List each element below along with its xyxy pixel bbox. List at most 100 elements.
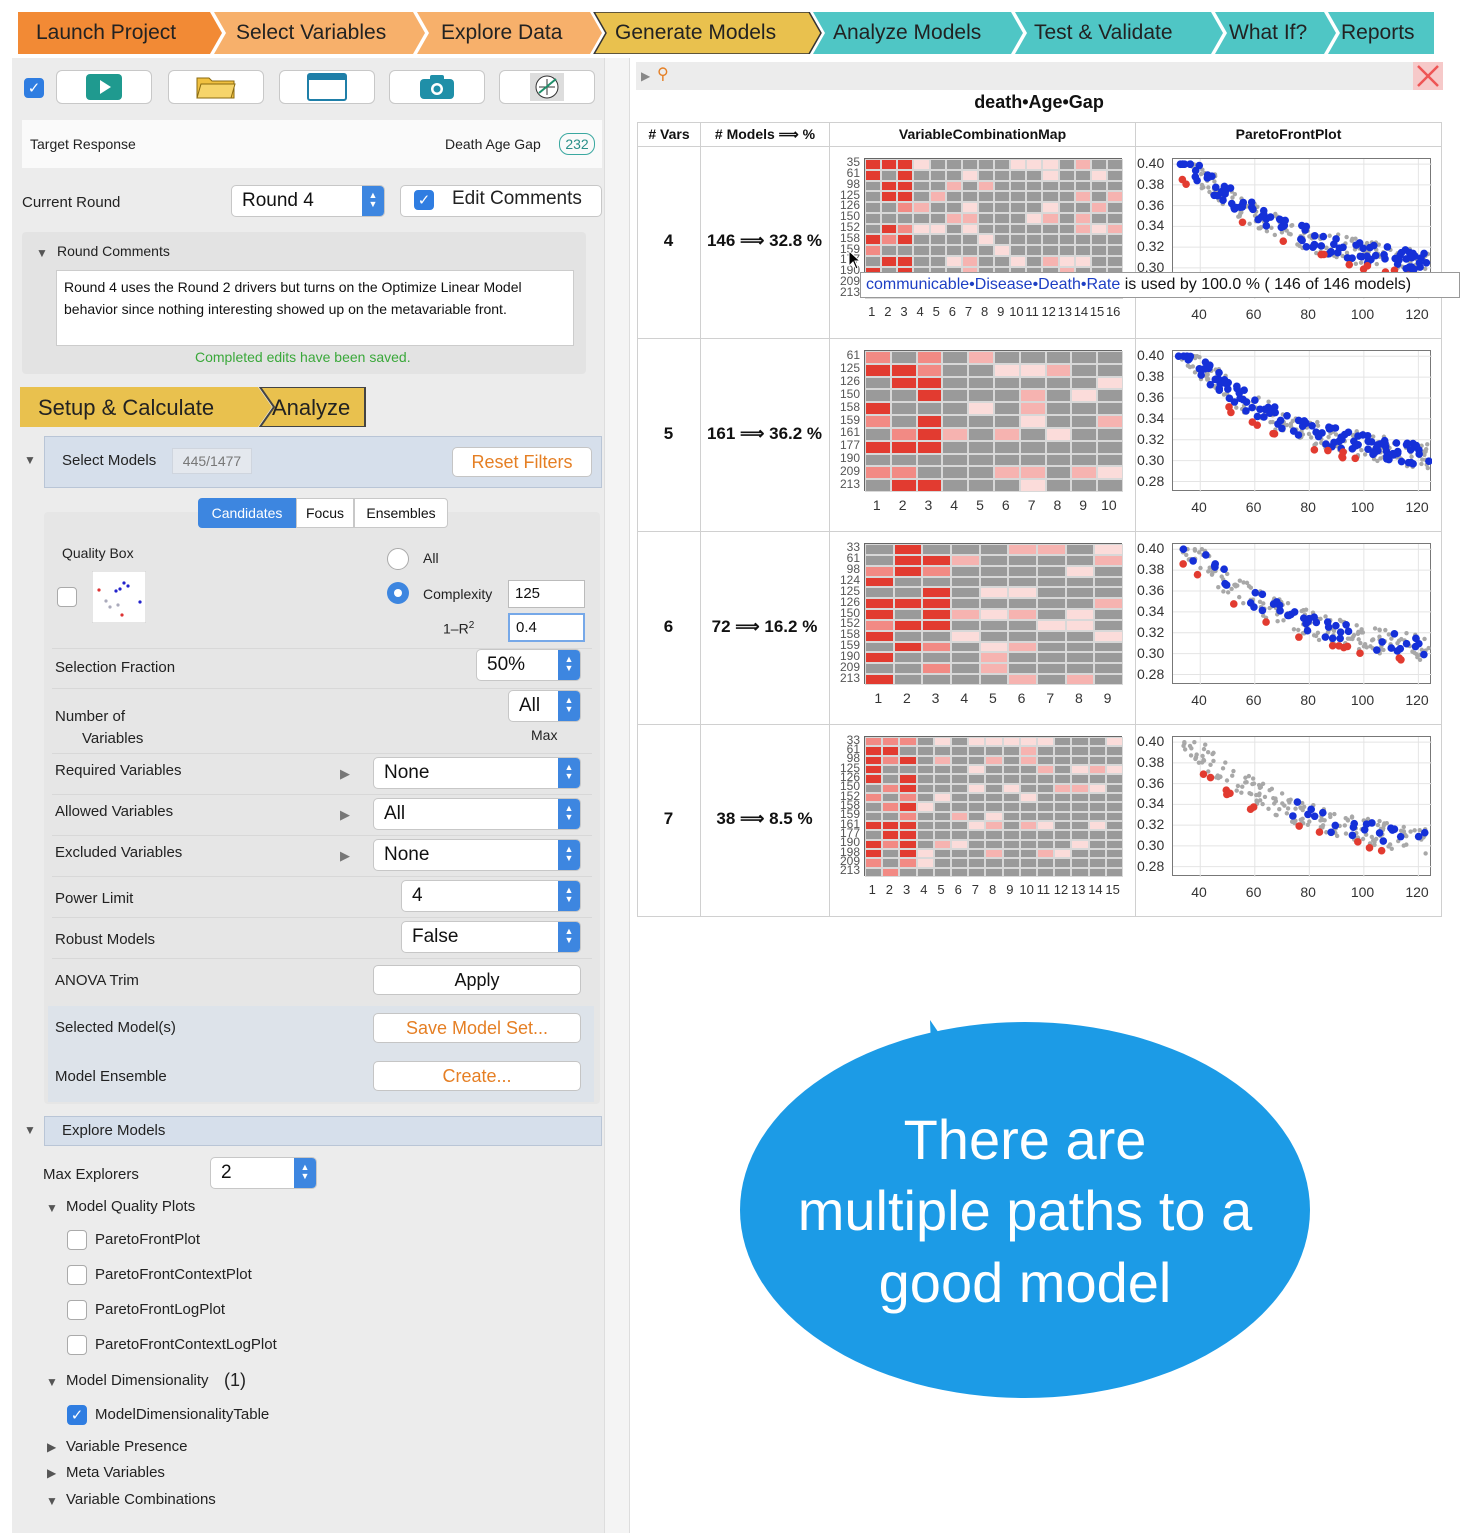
map-cell[interactable] bbox=[951, 858, 969, 868]
map-cell[interactable] bbox=[1088, 821, 1106, 831]
select-models-toggle-icon[interactable]: ▼ bbox=[24, 453, 36, 467]
pareto-front-plot[interactable] bbox=[1172, 543, 1432, 685]
map-cell[interactable] bbox=[1037, 858, 1055, 868]
map-cell[interactable] bbox=[1010, 255, 1027, 267]
map-cell[interactable] bbox=[1065, 554, 1095, 566]
map-cell[interactable] bbox=[968, 783, 986, 793]
map-cell[interactable] bbox=[1106, 202, 1123, 213]
map-cell[interactable] bbox=[994, 351, 1020, 364]
map-cell[interactable] bbox=[994, 255, 1011, 267]
map-cell[interactable] bbox=[1019, 839, 1037, 849]
map-cell[interactable] bbox=[961, 234, 978, 246]
map-cell[interactable] bbox=[1045, 376, 1072, 390]
map-cell[interactable] bbox=[865, 630, 894, 642]
map-cell[interactable] bbox=[1010, 202, 1027, 213]
map-cell[interactable] bbox=[968, 466, 994, 480]
map-cell[interactable] bbox=[865, 544, 894, 555]
map-cell[interactable] bbox=[865, 783, 883, 793]
map-cell[interactable] bbox=[1054, 746, 1072, 756]
map-cell[interactable] bbox=[865, 830, 883, 840]
map-cell[interactable] bbox=[1094, 576, 1123, 588]
map-cell[interactable] bbox=[1008, 609, 1037, 620]
map-cell[interactable] bbox=[916, 363, 943, 377]
map-cell[interactable] bbox=[916, 783, 934, 793]
map-cell[interactable] bbox=[1074, 202, 1091, 213]
map-cell[interactable] bbox=[979, 652, 1009, 664]
map-cell[interactable] bbox=[1026, 180, 1043, 192]
map-cell[interactable] bbox=[899, 793, 917, 803]
map-cell[interactable] bbox=[1019, 389, 1046, 403]
pareto-front-plot-checkbox[interactable] bbox=[67, 1230, 87, 1250]
map-cell[interactable] bbox=[1042, 202, 1059, 213]
map-cell[interactable] bbox=[1065, 609, 1095, 620]
snapshot-button[interactable] bbox=[389, 70, 485, 104]
map-cell[interactable] bbox=[1008, 554, 1037, 566]
map-cell[interactable] bbox=[1010, 169, 1027, 181]
power-limit-select[interactable]: 4 ▲ ▼ bbox=[401, 880, 581, 912]
map-cell[interactable] bbox=[961, 212, 978, 224]
map-cell[interactable] bbox=[968, 830, 986, 840]
map-cell[interactable] bbox=[1019, 774, 1037, 784]
map-cell[interactable] bbox=[961, 180, 978, 192]
map-cell[interactable] bbox=[979, 544, 1009, 555]
map-cell[interactable] bbox=[979, 565, 1009, 577]
map-cell[interactable] bbox=[1094, 663, 1123, 675]
map-cell[interactable] bbox=[922, 630, 951, 642]
map-cell[interactable] bbox=[1097, 351, 1123, 364]
map-cell[interactable] bbox=[1002, 746, 1020, 756]
map-cell[interactable] bbox=[1094, 630, 1123, 642]
map-cell[interactable] bbox=[1010, 234, 1027, 246]
map-cell[interactable] bbox=[1008, 598, 1037, 610]
map-cell[interactable] bbox=[968, 737, 986, 747]
map-cell[interactable] bbox=[1074, 255, 1091, 267]
map-cell[interactable] bbox=[1037, 663, 1066, 675]
map-cell[interactable] bbox=[968, 755, 986, 765]
map-cell[interactable] bbox=[882, 755, 900, 765]
map-cell[interactable] bbox=[979, 619, 1009, 631]
lightbulb-icon[interactable]: ⚲ bbox=[657, 64, 669, 84]
map-cell[interactable] bbox=[865, 191, 882, 203]
pareto-front-context-plot-checkbox[interactable] bbox=[67, 1265, 87, 1285]
map-cell[interactable] bbox=[865, 565, 894, 577]
collapse-triangle-icon[interactable]: ▼ bbox=[46, 1201, 58, 1215]
map-cell[interactable] bbox=[922, 674, 951, 685]
map-cell[interactable] bbox=[882, 858, 900, 868]
map-cell[interactable] bbox=[916, 821, 934, 831]
map-cell[interactable] bbox=[890, 440, 917, 454]
map-cell[interactable] bbox=[1105, 858, 1123, 868]
map-cell[interactable] bbox=[1071, 479, 1098, 492]
map-cell[interactable] bbox=[1094, 565, 1123, 577]
map-cell[interactable] bbox=[890, 363, 917, 377]
map-cell[interactable] bbox=[1008, 663, 1037, 675]
map-cell[interactable] bbox=[1094, 619, 1123, 631]
map-cell[interactable] bbox=[890, 479, 917, 492]
map-cell[interactable] bbox=[1037, 554, 1066, 566]
map-cell[interactable] bbox=[961, 255, 978, 267]
map-cell[interactable] bbox=[922, 544, 951, 555]
map-cell[interactable] bbox=[899, 839, 917, 849]
map-cell[interactable] bbox=[1026, 223, 1043, 235]
map-cell[interactable] bbox=[994, 191, 1011, 203]
map-cell[interactable] bbox=[1045, 351, 1072, 364]
map-cell[interactable] bbox=[985, 839, 1003, 849]
map-cell[interactable] bbox=[1002, 755, 1020, 765]
map-cell[interactable] bbox=[1071, 849, 1089, 859]
map-cell[interactable] bbox=[1074, 169, 1091, 181]
map-cell[interactable] bbox=[1037, 783, 1055, 793]
map-cell[interactable] bbox=[890, 376, 917, 390]
edit-comments-checkbox[interactable]: ✓ bbox=[414, 190, 434, 210]
map-cell[interactable] bbox=[865, 180, 882, 192]
map-cell[interactable] bbox=[1090, 245, 1107, 256]
map-cell[interactable] bbox=[1105, 793, 1123, 803]
map-cell[interactable] bbox=[865, 755, 883, 765]
map-cell[interactable] bbox=[1071, 783, 1089, 793]
max-explorers-select[interactable]: 2 ▲ ▼ bbox=[210, 1157, 317, 1189]
map-cell[interactable] bbox=[933, 867, 951, 877]
map-cell[interactable] bbox=[1065, 652, 1095, 664]
map-cell[interactable] bbox=[913, 255, 930, 267]
map-cell[interactable] bbox=[1105, 821, 1123, 831]
map-cell[interactable] bbox=[916, 479, 943, 492]
map-cell[interactable] bbox=[865, 609, 894, 620]
map-cell[interactable] bbox=[865, 867, 883, 877]
map-cell[interactable] bbox=[994, 212, 1011, 224]
